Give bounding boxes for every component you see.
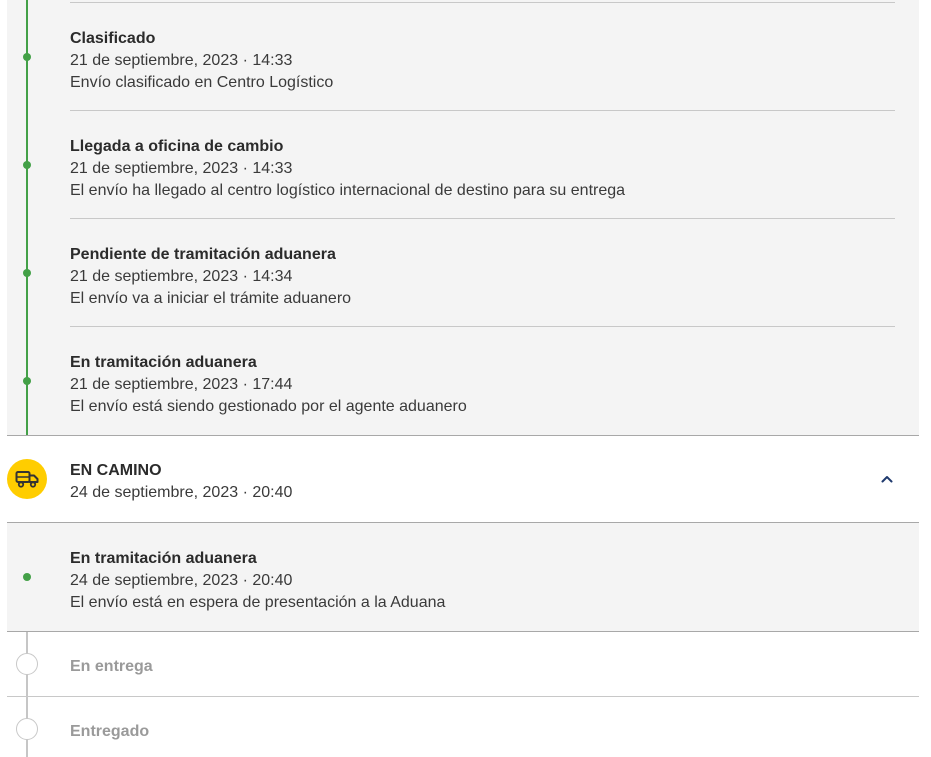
stage-status-circle <box>7 459 47 499</box>
collapse-button[interactable] <box>876 470 898 488</box>
pending-stage-circle <box>16 653 38 675</box>
event-date: 21 de septiembre, 2023 · 14:33 <box>70 160 293 177</box>
event-date: 24 de septiembre, 2023 · 20:40 <box>70 572 293 589</box>
event-date: 21 de septiembre, 2023 · 14:33 <box>70 52 293 69</box>
timeline-dot <box>23 269 31 277</box>
event-description: El envío está en espera de presentación … <box>70 594 446 611</box>
event-title: Llegada a oficina de cambio <box>70 138 284 155</box>
stage-divider <box>7 631 919 632</box>
event-description: El envío va a iniciar el trámite aduaner… <box>70 290 352 307</box>
event-date: 21 de septiembre, 2023 · 14:34 <box>70 268 293 285</box>
event-title: En tramitación aduanera <box>70 550 257 567</box>
timeline-dot <box>23 161 31 169</box>
event-title: En tramitación aduanera <box>70 354 257 371</box>
timeline-event: Clasificado 21 de septiembre, 2023 · 14:… <box>70 28 900 94</box>
stage-header-text: EN CAMINO 24 de septiembre, 2023 · 20:40 <box>70 460 900 504</box>
event-description: El envío ha llegado al centro logístico … <box>70 182 626 199</box>
stage-en-entrega[interactable]: En entrega <box>70 656 153 678</box>
pending-stage-circle <box>16 718 38 740</box>
event-title: Pendiente de tramitación aduanera <box>70 246 336 263</box>
event-divider <box>70 326 895 327</box>
timeline-dot <box>23 573 31 581</box>
event-date: 21 de septiembre, 2023 · 17:44 <box>70 376 293 393</box>
panel-top-divider <box>70 2 895 3</box>
timeline-event: Llegada a oficina de cambio 21 de septie… <box>70 136 900 202</box>
stage-date: 24 de septiembre, 2023 · 20:40 <box>70 484 293 501</box>
event-description: El envío está siendo gestionado por el a… <box>70 398 467 415</box>
timeline-dot <box>23 377 31 385</box>
timeline-event: En tramitación aduanera 21 de septiembre… <box>70 352 900 418</box>
event-title: Clasificado <box>70 30 156 47</box>
truck-icon <box>15 471 39 488</box>
event-divider <box>70 218 895 219</box>
event-description: Envío clasificado en Centro Logístico <box>70 74 334 91</box>
stage-title: EN CAMINO <box>70 462 162 479</box>
timeline-dot <box>23 53 31 61</box>
chevron-up-icon <box>881 476 893 483</box>
event-divider <box>70 110 895 111</box>
stage-divider <box>7 696 919 697</box>
timeline-event: En tramitación aduanera 24 de septiembre… <box>70 548 900 614</box>
timeline-event: Pendiente de tramitación aduanera 21 de … <box>70 244 900 310</box>
stage-entregado[interactable]: Entregado <box>70 721 149 743</box>
